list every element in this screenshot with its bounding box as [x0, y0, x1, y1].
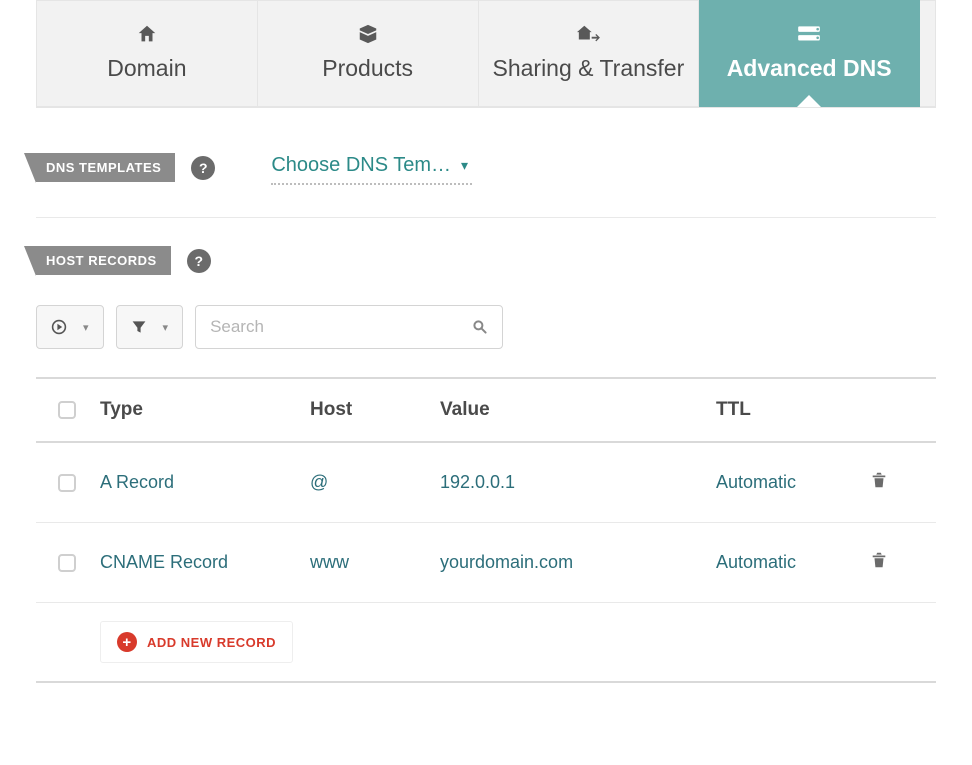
cell-ttl[interactable]: Automatic: [716, 472, 846, 493]
server-icon: [796, 23, 822, 45]
tab-overflow: [920, 0, 936, 107]
caret-down-icon: ▾: [83, 321, 89, 334]
caret-down-icon: ▾: [163, 321, 169, 334]
col-host: Host: [310, 399, 440, 421]
cell-type[interactable]: CNAME Record: [100, 552, 310, 573]
col-ttl: TTL: [716, 399, 846, 421]
caret-down-icon: ▾: [461, 157, 468, 174]
tab-label: Domain: [107, 55, 186, 81]
delete-row-button[interactable]: [870, 471, 888, 494]
plus-icon: +: [117, 632, 137, 652]
trash-icon: [870, 471, 888, 489]
col-value: Value: [440, 399, 716, 421]
select-all-checkbox[interactable]: [58, 401, 76, 419]
tab-domain[interactable]: Domain: [36, 0, 258, 107]
house-arrow-icon: [575, 23, 601, 45]
host-records-section: HOST RECORDS ?: [36, 246, 936, 275]
bulk-action-button[interactable]: ▾: [36, 305, 104, 349]
filter-button[interactable]: ▾: [116, 305, 184, 349]
tab-advanced-dns[interactable]: Advanced DNS: [699, 0, 920, 107]
add-new-record-label: ADD NEW RECORD: [147, 635, 276, 650]
home-icon: [136, 23, 158, 45]
tab-label: Products: [322, 55, 413, 81]
row-checkbox[interactable]: [58, 474, 76, 492]
choose-dns-template-text: Choose DNS Tem…: [271, 154, 451, 177]
delete-row-button[interactable]: [870, 551, 888, 574]
cell-value[interactable]: 192.0.0.1: [440, 472, 716, 493]
tab-sharing[interactable]: Sharing & Transfer: [479, 0, 700, 107]
search-icon: [472, 319, 488, 335]
search-input[interactable]: [210, 317, 462, 337]
table-row: A Record @ 192.0.0.1 Automatic: [36, 443, 936, 523]
choose-dns-template-dropdown[interactable]: Choose DNS Tem… ▾: [271, 150, 472, 185]
cell-ttl[interactable]: Automatic: [716, 552, 846, 573]
cell-value[interactable]: yourdomain.com: [440, 552, 716, 573]
records-table: Type Host Value TTL A Record @ 192.0.0.1…: [36, 377, 936, 683]
box-icon: [357, 23, 379, 45]
host-records-label: HOST RECORDS: [36, 246, 171, 275]
tab-bar: Domain Products Sharing & Transfer Advan…: [36, 0, 936, 108]
add-row: + ADD NEW RECORD: [36, 603, 936, 683]
actions-bar: ▾ ▾: [36, 305, 936, 349]
trash-icon: [870, 551, 888, 569]
filter-icon: [131, 319, 147, 335]
tab-products[interactable]: Products: [258, 0, 479, 107]
table-header: Type Host Value TTL: [36, 377, 936, 443]
add-new-record-button[interactable]: + ADD NEW RECORD: [100, 621, 293, 663]
table-row: CNAME Record www yourdomain.com Automati…: [36, 523, 936, 603]
divider: [36, 217, 936, 218]
col-type: Type: [100, 399, 310, 421]
dns-templates-section: DNS TEMPLATES ? Choose DNS Tem… ▾: [36, 150, 936, 185]
cell-type[interactable]: A Record: [100, 472, 310, 493]
dns-templates-label: DNS TEMPLATES: [36, 153, 175, 182]
cell-host[interactable]: www: [310, 552, 440, 573]
play-circle-icon: [51, 319, 67, 335]
help-icon[interactable]: ?: [187, 249, 211, 273]
tab-label: Sharing & Transfer: [492, 55, 684, 81]
cell-host[interactable]: @: [310, 472, 440, 493]
tab-label: Advanced DNS: [727, 55, 892, 81]
row-checkbox[interactable]: [58, 554, 76, 572]
search-box[interactable]: [195, 305, 503, 349]
help-icon[interactable]: ?: [191, 156, 215, 180]
